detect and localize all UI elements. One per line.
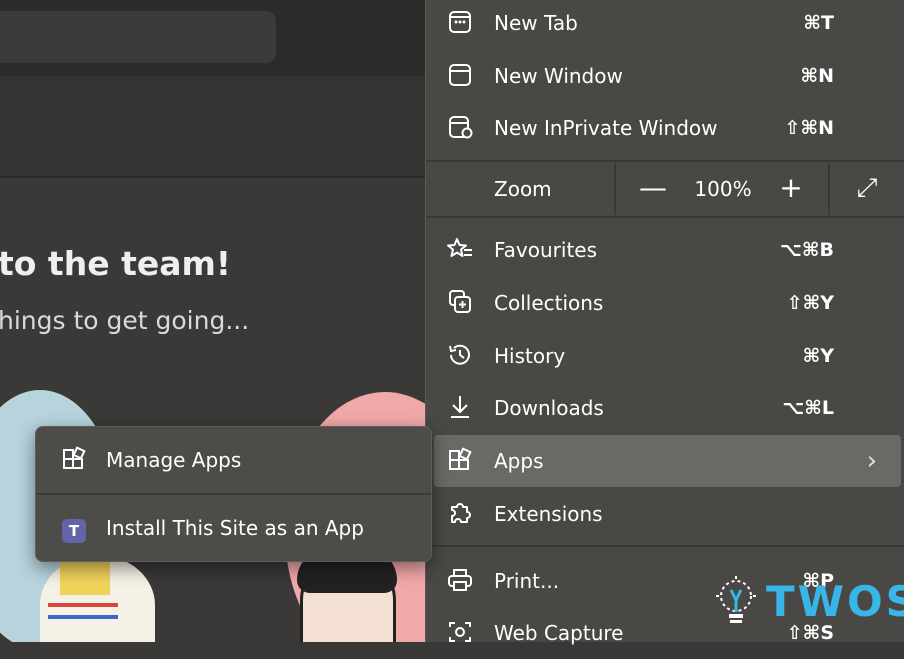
- menu-item-shortcut: ⌥⌘L: [782, 397, 834, 419]
- illustration-paper: [40, 555, 155, 642]
- apps-submenu: Manage Apps T Install This Site as an Ap…: [35, 426, 432, 562]
- web-capture-icon: [446, 619, 474, 647]
- menu-item-collections[interactable]: Collections ⇧⌘Y: [426, 277, 904, 329]
- zoom-controls: — 100% +: [614, 163, 830, 215]
- new-tab-icon: [446, 9, 474, 37]
- menu-item-label: History: [494, 344, 566, 368]
- lightbulb-icon: [714, 574, 758, 632]
- menu-item-shortcut: ⌘T: [803, 12, 834, 34]
- menu-item-downloads[interactable]: Downloads ⌥⌘L: [426, 382, 904, 434]
- favourites-icon: [446, 236, 474, 264]
- welcome-subheading: hings to get going...: [0, 306, 250, 335]
- inprivate-icon: [446, 114, 474, 142]
- chevron-right-icon: ›: [866, 446, 877, 476]
- zoom-in-button[interactable]: +: [766, 163, 816, 215]
- menu-divider: [426, 545, 904, 547]
- apps-icon: [446, 447, 474, 475]
- welcome-heading: to the team!: [0, 244, 231, 283]
- submenu-item-label: Manage Apps: [106, 448, 242, 472]
- browser-settings-menu: New Tab ⌘T New Window ⌘N New InPrivate W…: [425, 0, 904, 645]
- fullscreen-icon[interactable]: ⤢: [842, 163, 892, 215]
- menu-item-favourites[interactable]: Favourites ⌥⌘B: [426, 224, 904, 276]
- address-bar[interactable]: [0, 11, 276, 63]
- menu-item-shortcut: ⇧⌘Y: [786, 292, 834, 314]
- menu-item-label: Downloads: [494, 396, 604, 420]
- submenu-item-label: Install This Site as an App: [106, 516, 364, 540]
- menu-item-label: Collections: [494, 291, 604, 315]
- page-header-strip: [0, 76, 425, 178]
- watermark-text: TWOS: [766, 577, 904, 626]
- zoom-label: Zoom: [494, 177, 552, 201]
- teams-app-icon: T: [60, 514, 88, 543]
- menu-item-label: New InPrivate Window: [494, 116, 718, 140]
- menu-item-shortcut: ⌘Y: [802, 345, 834, 367]
- menu-item-extensions[interactable]: Extensions: [426, 488, 904, 540]
- zoom-level: 100%: [694, 177, 752, 201]
- download-icon: [446, 394, 474, 422]
- new-window-icon: [446, 62, 474, 90]
- zoom-out-button[interactable]: —: [628, 163, 678, 215]
- watermark-logo: TWOS: [708, 572, 904, 634]
- menu-item-label: Web Capture: [494, 621, 624, 645]
- menu-divider: [426, 160, 904, 162]
- manage-apps-icon: [60, 446, 88, 474]
- menu-item-new-inprivate-window[interactable]: New InPrivate Window ⇧⌘N: [426, 102, 904, 154]
- submenu-item-manage-apps[interactable]: Manage Apps: [36, 427, 431, 493]
- submenu-item-install-site-as-app[interactable]: T Install This Site as an App: [36, 495, 431, 561]
- menu-item-label: Extensions: [494, 502, 603, 526]
- menu-item-label: Print...: [494, 569, 560, 593]
- menu-item-shortcut: ⌘N: [800, 65, 834, 87]
- illustration-character: [297, 548, 397, 642]
- menu-item-label: Favourites: [494, 238, 598, 262]
- zoom-row: Zoom — 100% + ⤢: [426, 163, 904, 215]
- collections-icon: [446, 289, 474, 317]
- menu-item-shortcut: ⌥⌘B: [779, 239, 834, 261]
- menu-item-history[interactable]: History ⌘Y: [426, 330, 904, 382]
- history-icon: [446, 342, 474, 370]
- menu-item-new-tab[interactable]: New Tab ⌘T: [426, 0, 904, 49]
- menu-divider: [426, 216, 904, 218]
- menu-item-label: New Tab: [494, 11, 578, 35]
- menu-item-label: Apps: [494, 449, 544, 473]
- browser-toolbar: [0, 0, 425, 76]
- menu-item-shortcut: ⇧⌘N: [784, 117, 834, 139]
- extensions-icon: [446, 500, 474, 528]
- print-icon: [446, 567, 474, 595]
- menu-item-apps[interactable]: Apps ›: [434, 435, 901, 487]
- menu-item-label: New Window: [494, 64, 623, 88]
- menu-item-new-window[interactable]: New Window ⌘N: [426, 50, 904, 102]
- fullscreen-box: ⤢: [828, 163, 904, 215]
